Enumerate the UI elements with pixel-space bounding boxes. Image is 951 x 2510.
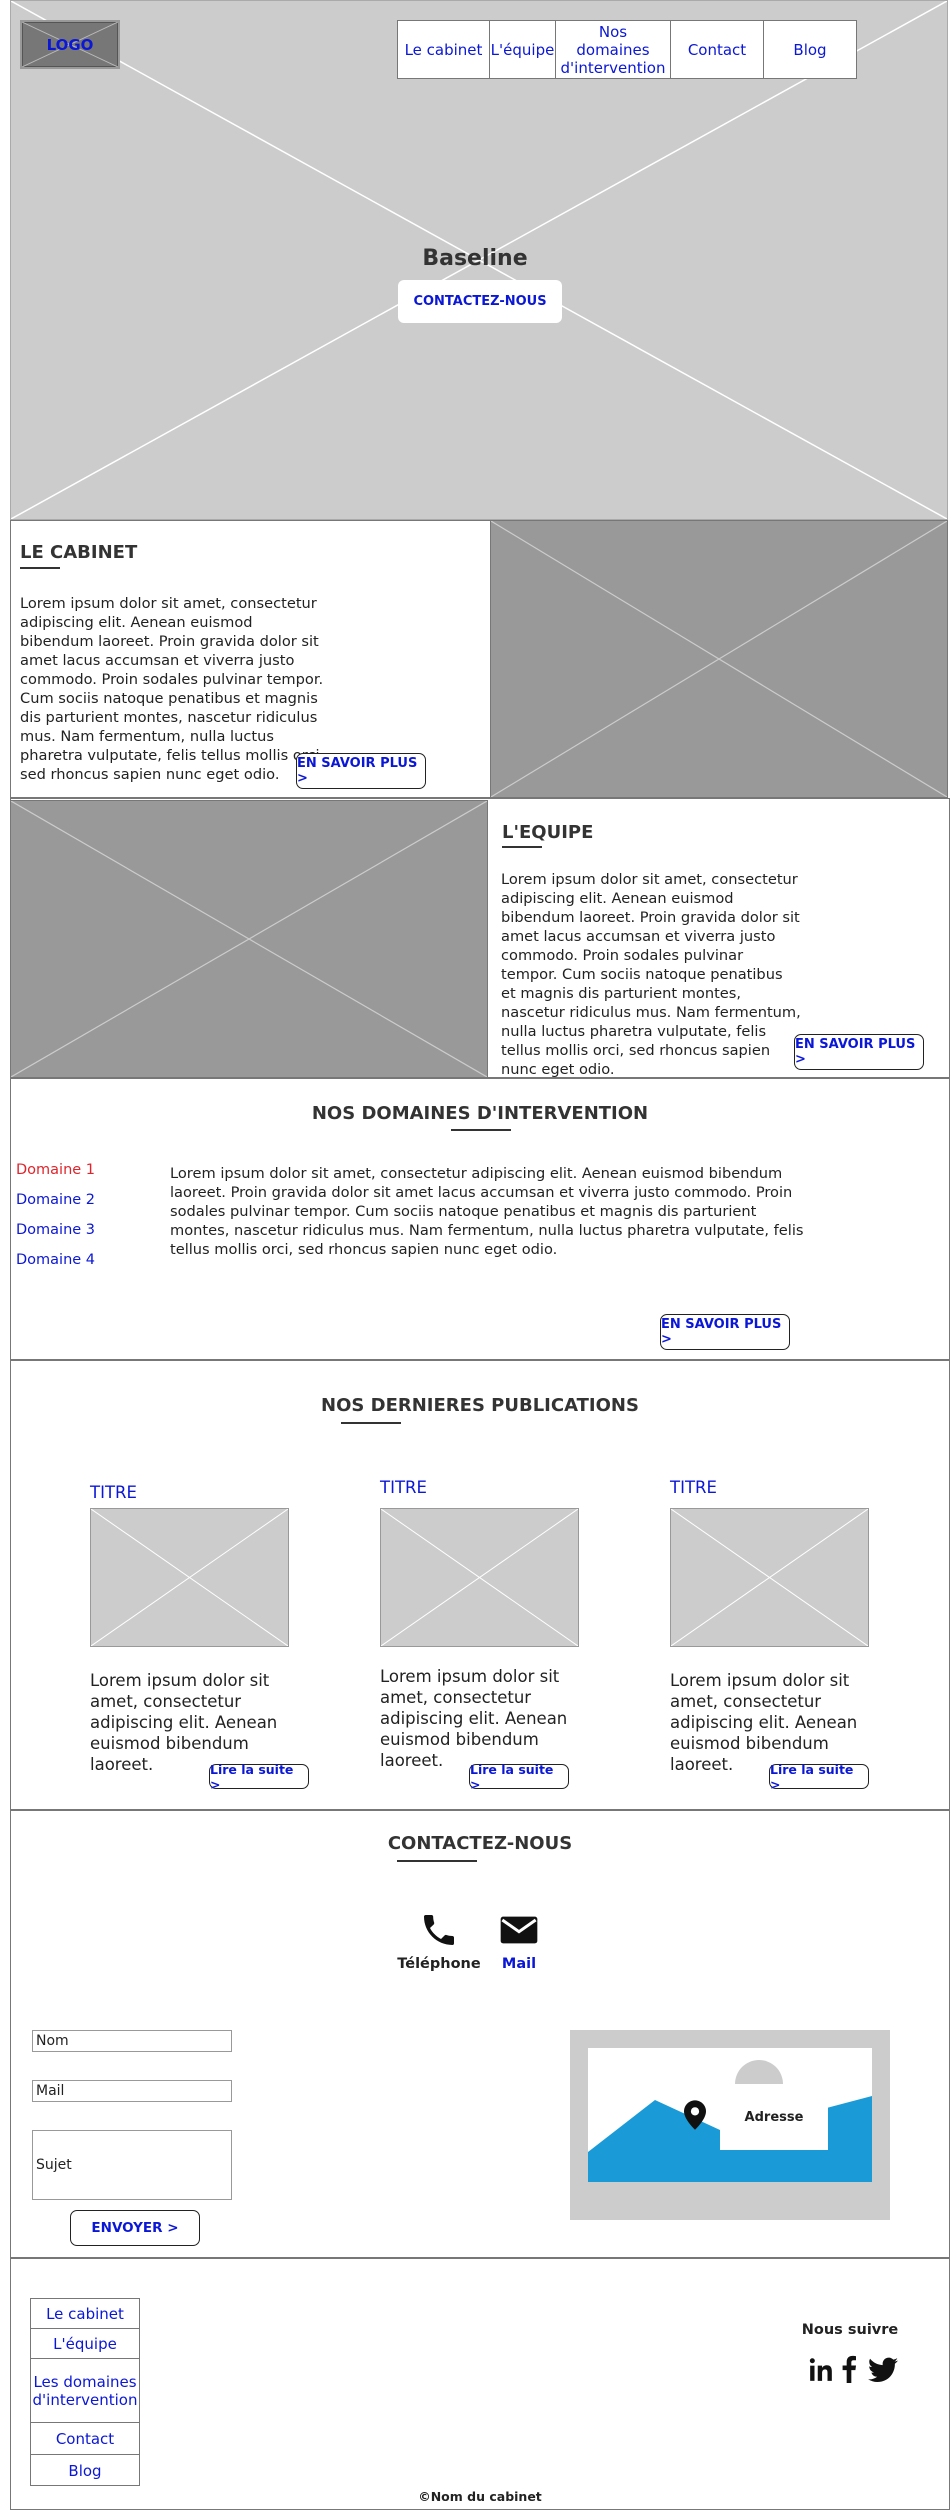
equipe-title-underline — [502, 846, 542, 848]
publication-card-2-image — [380, 1508, 579, 1647]
cabinet-image-placeholder — [490, 520, 948, 798]
cabinet-more-button[interactable]: EN SAVOIR PLUS > — [296, 753, 426, 789]
twitter-icon[interactable] — [868, 2357, 898, 2383]
contact-title-underline — [397, 1860, 477, 1862]
main-nav: Le cabinet L'équipe Nos domaines d'inter… — [397, 20, 857, 79]
cabinet-title-underline — [20, 567, 60, 569]
cabinet-text: Lorem ipsum dolor sit amet, consectetur … — [20, 595, 325, 783]
equipe-image-cross — [11, 801, 487, 1077]
logo[interactable]: LOGO — [20, 20, 120, 69]
equipe-text: Lorem ipsum dolor sit amet, consectetur … — [501, 871, 801, 1078]
cabinet-title: LE CABINET — [20, 542, 138, 563]
domaine-item-4[interactable]: Domaine 4 — [16, 1252, 95, 1268]
copyright: ©Nom du cabinet — [418, 2489, 542, 2504]
publication-card-3-cross — [671, 1509, 868, 1646]
subject-field[interactable]: Sujet — [32, 2130, 232, 2200]
domaines-more-button[interactable]: EN SAVOIR PLUS > — [660, 1314, 790, 1350]
linkedin-icon[interactable] — [808, 2357, 834, 2383]
publication-card-2-text: Lorem ipsum dolor sit amet, consectetur … — [380, 1667, 568, 1770]
footer-link-cabinet[interactable]: Le cabinet — [31, 2299, 139, 2329]
publication-card-1-cross — [91, 1509, 288, 1646]
follow-label: Nous suivre — [801, 2322, 899, 2338]
mail-icon[interactable] — [499, 1912, 539, 1948]
hero-baseline: Baseline — [422, 246, 528, 271]
publication-card-3-title[interactable]: TITRE — [670, 1478, 717, 1497]
map-address-card: Adresse — [720, 2084, 828, 2150]
publications-title-underline — [341, 1422, 401, 1424]
domaine-item-2[interactable]: Domaine 2 — [16, 1192, 95, 1208]
nav-item-cabinet[interactable]: Le cabinet — [398, 21, 490, 78]
publications-title: NOS DERNIERES PUBLICATIONS — [321, 1395, 639, 1416]
publication-card-1-read-button[interactable]: Lire la suite > — [209, 1762, 309, 1792]
phone-icon[interactable] — [419, 1910, 459, 1950]
footer-nav: Le cabinet L'équipe Les domaines d'inter… — [30, 2298, 140, 2486]
publication-card-1-image — [90, 1508, 289, 1647]
domaines-text: Lorem ipsum dolor sit amet, consectetur … — [170, 1165, 804, 1258]
equipe-title: L'EQUIPE — [502, 822, 594, 843]
publication-card-1-title[interactable]: TITRE — [90, 1483, 137, 1502]
map-address-label: Adresse — [744, 2109, 804, 2125]
footer-section — [10, 2258, 950, 2510]
nav-item-contact[interactable]: Contact — [671, 21, 764, 78]
publication-card-3-image — [670, 1508, 869, 1647]
mail-label[interactable]: Mail — [479, 1956, 559, 1972]
publication-card-3-read-button[interactable]: Lire la suite > — [769, 1762, 869, 1792]
footer-link-equipe[interactable]: L'équipe — [31, 2329, 139, 2359]
map[interactable]: Adresse — [570, 2030, 890, 2220]
domaines-title-underline — [451, 1129, 511, 1131]
nav-item-equipe[interactable]: L'équipe — [490, 21, 556, 78]
nav-item-blog[interactable]: Blog — [764, 21, 856, 78]
footer-link-contact[interactable]: Contact — [31, 2423, 139, 2455]
nav-item-domaines[interactable]: Nos domaines d'intervention — [556, 21, 671, 78]
publication-card-3-text: Lorem ipsum dolor sit amet, consectetur … — [670, 1671, 858, 1774]
equipe-image-placeholder — [10, 800, 488, 1078]
send-button[interactable]: ENVOYER > — [70, 2210, 200, 2246]
name-field[interactable]: Nom — [32, 2030, 232, 2052]
publication-card-2-cross — [381, 1509, 578, 1646]
facebook-icon[interactable] — [840, 2355, 858, 2383]
footer-link-domaines[interactable]: Les domaines d'intervention — [31, 2359, 139, 2423]
domaine-item-3[interactable]: Domaine 3 — [16, 1222, 95, 1238]
publication-card-2-read-button[interactable]: Lire la suite > — [469, 1762, 569, 1792]
contact-title: CONTACTEZ-NOUS — [387, 1833, 573, 1854]
mail-field[interactable]: Mail — [32, 2080, 232, 2102]
map-pin-icon — [684, 2100, 706, 2130]
logo-text: LOGO — [46, 35, 94, 54]
phone-label: Téléphone — [397, 1956, 481, 1972]
equipe-more-button[interactable]: EN SAVOIR PLUS > — [794, 1034, 924, 1070]
domaine-item-1[interactable]: Domaine 1 — [16, 1162, 95, 1178]
domaines-title: NOS DOMAINES D'INTERVENTION — [311, 1103, 649, 1124]
hero-contact-button[interactable]: CONTACTEZ-NOUS — [398, 280, 562, 323]
footer-link-blog[interactable]: Blog — [31, 2455, 139, 2487]
publication-card-2-title[interactable]: TITRE — [380, 1478, 427, 1497]
cabinet-image-cross — [491, 521, 947, 797]
publication-card-1-text: Lorem ipsum dolor sit amet, consectetur … — [90, 1671, 278, 1774]
